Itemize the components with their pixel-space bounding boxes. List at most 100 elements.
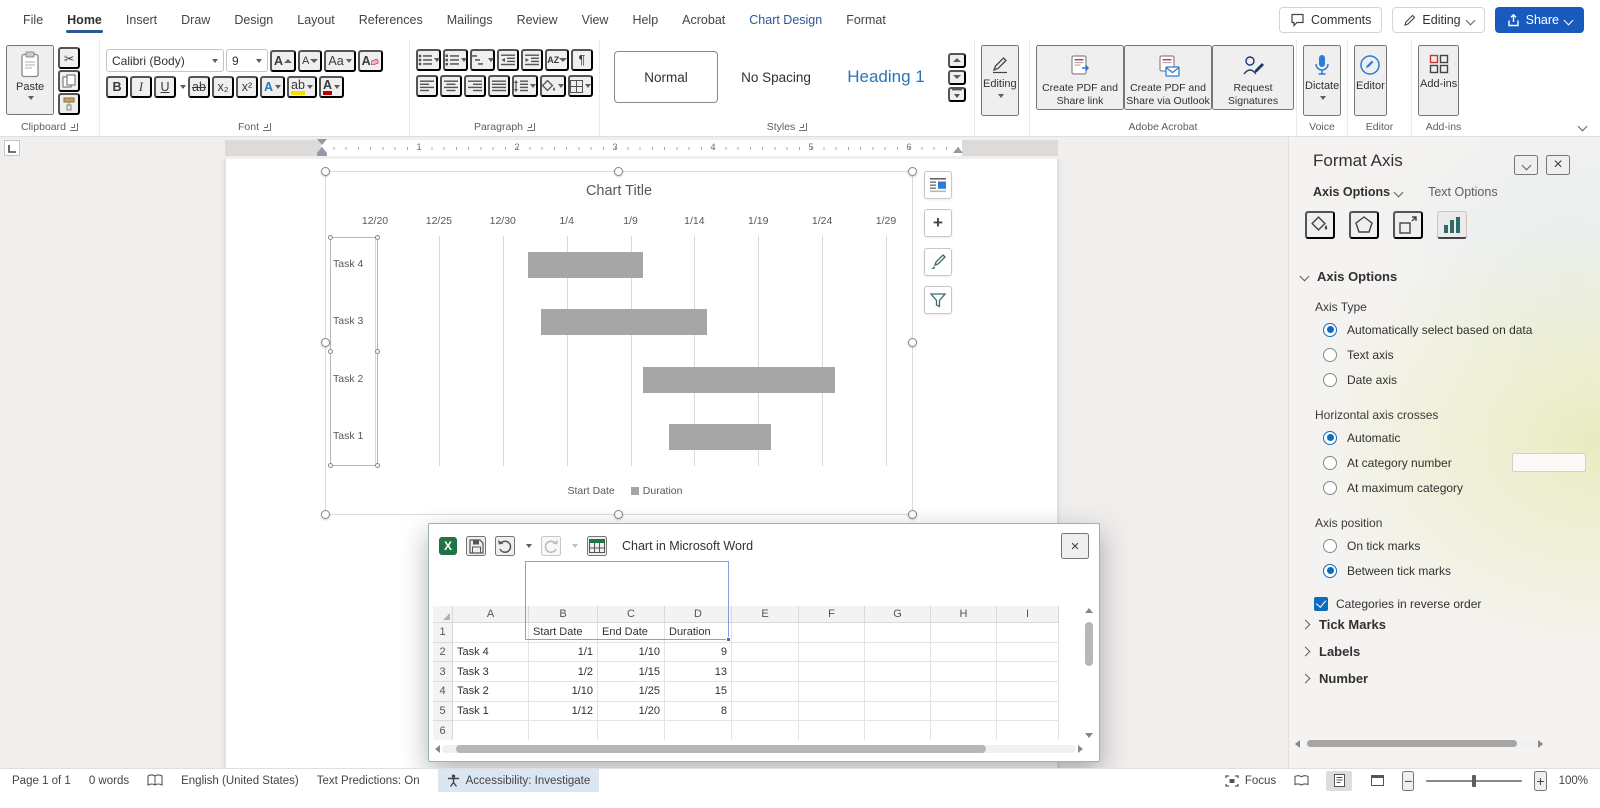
cell-H3[interactable] <box>931 662 997 682</box>
cell-C2[interactable]: 1/10 <box>598 643 665 663</box>
scroll-left-icon[interactable] <box>1295 740 1300 748</box>
font-color-button[interactable]: A <box>319 76 344 98</box>
radio-at-category-number[interactable] <box>1323 456 1337 470</box>
text-predictions-indicator[interactable]: Text Predictions: On <box>317 775 420 787</box>
radio-option[interactable]: Date axis <box>1323 367 1586 392</box>
tab-acrobat[interactable]: Acrobat <box>671 6 736 34</box>
cell-D2[interactable]: 9 <box>665 643 732 663</box>
resize-handle-e[interactable] <box>908 338 917 347</box>
zoom-slider[interactable] <box>1426 780 1522 782</box>
numbering-button[interactable] <box>443 49 468 71</box>
radio-on-tick-marks[interactable] <box>1323 539 1337 553</box>
cell-I2[interactable] <box>997 643 1059 663</box>
fill-line-icon[interactable] <box>1305 211 1335 239</box>
cell-D4[interactable]: 15 <box>665 682 732 702</box>
pane-hscroll-track[interactable] <box>1303 740 1535 748</box>
tab-format[interactable]: Format <box>835 6 897 34</box>
data-window-vscrollbar[interactable] <box>1082 606 1096 740</box>
cell-D6[interactable] <box>665 721 732 740</box>
radio-date-axis[interactable] <box>1323 373 1337 387</box>
font-size-combo[interactable]: 9 <box>226 49 268 72</box>
axis-selection-handle[interactable] <box>328 349 333 354</box>
tab-references[interactable]: References <box>348 6 434 34</box>
create-pdf-share-outlook-button[interactable]: Create PDF and Share via Outlook <box>1124 45 1212 110</box>
effects-icon[interactable] <box>1349 211 1379 239</box>
create-pdf-share-link-button[interactable]: Create PDF and Share link <box>1036 45 1124 110</box>
align-left-button[interactable] <box>416 75 438 97</box>
cut-button[interactable]: ✂ <box>58 47 80 69</box>
cell-H1[interactable] <box>931 623 997 643</box>
cell-B6[interactable] <box>529 721 598 740</box>
page-indicator[interactable]: Page 1 of 1 <box>12 775 71 787</box>
legend-item[interactable]: Start Date <box>556 485 615 497</box>
section-tick-marks[interactable]: Tick Marks <box>1289 611 1600 638</box>
right-indent-marker[interactable] <box>953 147 963 153</box>
share-button[interactable]: Share <box>1495 7 1584 33</box>
font-name-combo[interactable]: Calibri (Body) <box>106 49 224 72</box>
date-axis-label[interactable]: 1/29 <box>862 215 910 227</box>
cell-A2[interactable]: Task 4 <box>453 643 529 663</box>
tab-review[interactable]: Review <box>506 6 569 34</box>
radio-option[interactable]: Between tick marks <box>1323 558 1586 583</box>
radio-between-tick-marks[interactable] <box>1323 564 1337 578</box>
tab-draw[interactable]: Draw <box>170 6 221 34</box>
cell-I3[interactable] <box>997 662 1059 682</box>
cell-H5[interactable] <box>931 702 997 722</box>
chart-data-window[interactable]: X Chart in Microsoft Word × ABCDEFGHI1St… <box>428 523 1100 762</box>
vscroll-thumb[interactable] <box>1085 622 1093 666</box>
cell-G2[interactable] <box>865 643 931 663</box>
format-painter-button[interactable] <box>58 93 80 115</box>
cell-C4[interactable]: 1/25 <box>598 682 665 702</box>
styles-gallery-up-button[interactable] <box>948 53 966 68</box>
align-right-button[interactable] <box>464 75 486 97</box>
column-header-E[interactable]: E <box>732 606 799 623</box>
column-header-C[interactable]: C <box>598 606 665 623</box>
dictate-button[interactable]: Dictate <box>1303 45 1341 116</box>
data-window-titlebar[interactable]: X Chart in Microsoft Word × <box>429 524 1099 568</box>
cell-A4[interactable]: Task 2 <box>453 682 529 702</box>
tab-selector[interactable] <box>4 140 20 156</box>
categories-reverse-checkbox-row[interactable]: Categories in reverse order <box>1314 597 1600 611</box>
chart-elements-button[interactable]: + <box>924 209 952 237</box>
tab-layout[interactable]: Layout <box>286 6 346 34</box>
cell-I1[interactable] <box>997 623 1059 643</box>
date-axis-label[interactable]: 12/20 <box>351 215 399 227</box>
tab-home[interactable]: Home <box>56 6 113 34</box>
hanging-indent-marker[interactable] <box>317 147 327 156</box>
style-heading-1[interactable]: Heading 1 <box>834 51 938 103</box>
save-button[interactable] <box>466 536 486 556</box>
cell-I4[interactable] <box>997 682 1059 702</box>
cell-G1[interactable] <box>865 623 931 643</box>
collapse-ribbon-button[interactable] <box>1578 122 1588 132</box>
date-axis-label[interactable]: 1/9 <box>607 215 655 227</box>
date-axis-label[interactable]: 1/24 <box>798 215 846 227</box>
cell-E4[interactable] <box>732 682 799 702</box>
cell-D3[interactable]: 13 <box>665 662 732 682</box>
radio-text-axis[interactable] <box>1323 348 1337 362</box>
editor-button[interactable]: Editor <box>1354 45 1387 116</box>
radio-option[interactable]: At maximum category <box>1323 475 1586 500</box>
clear-formatting-button[interactable]: A <box>358 50 383 72</box>
addins-button[interactable]: Add-ins <box>1418 45 1459 116</box>
read-mode-button[interactable] <box>1288 771 1314 791</box>
justify-button[interactable] <box>488 75 510 97</box>
cell-D5[interactable]: 8 <box>665 702 732 722</box>
shading-button[interactable] <box>540 75 566 97</box>
section-labels[interactable]: Labels <box>1289 638 1600 665</box>
focus-button[interactable]: Focus <box>1225 775 1276 787</box>
section-number[interactable]: Number <box>1289 665 1600 692</box>
radio-option[interactable]: On tick marks <box>1323 533 1586 558</box>
tab-help[interactable]: Help <box>621 6 669 34</box>
chart-title[interactable]: Chart Title <box>326 183 912 199</box>
tab-file[interactable]: File <box>12 6 54 34</box>
cell-B1[interactable]: Start Date <box>529 623 598 643</box>
cell-C3[interactable]: 1/15 <box>598 662 665 682</box>
row-header-5[interactable]: 5 <box>433 702 453 722</box>
duration-bar[interactable] <box>528 252 643 278</box>
show-paragraph-marks-button[interactable]: ¶ <box>571 49 593 71</box>
layout-options-button[interactable] <box>924 171 952 199</box>
column-header-I[interactable]: I <box>997 606 1059 623</box>
font-dialog-launcher[interactable] <box>263 123 271 131</box>
scroll-right-icon[interactable] <box>1078 745 1083 753</box>
resize-handle-nw[interactable] <box>321 167 330 176</box>
